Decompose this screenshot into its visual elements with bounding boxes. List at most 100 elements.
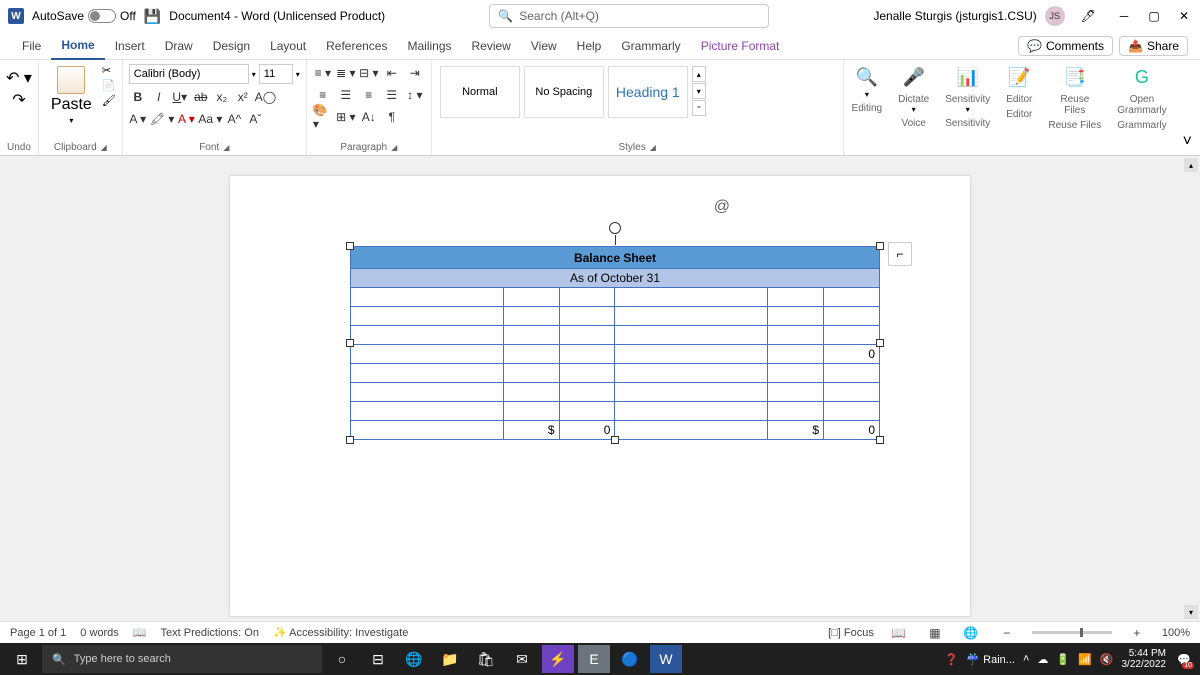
- show-marks-button[interactable]: ¶: [382, 108, 402, 126]
- line-spacing-button[interactable]: ↕ ▾: [405, 86, 425, 104]
- table-cell[interactable]: 0: [824, 421, 880, 440]
- battery-icon[interactable]: 🔋: [1056, 653, 1070, 666]
- multilevel-button[interactable]: ⊟ ▾: [359, 64, 379, 82]
- table-cell[interactable]: [503, 345, 559, 364]
- tab-file[interactable]: File: [12, 32, 51, 60]
- table-cell[interactable]: [503, 307, 559, 326]
- table-cell[interactable]: [559, 364, 615, 383]
- editor-icon[interactable]: 📝: [1006, 64, 1032, 90]
- table-cell[interactable]: [351, 421, 504, 440]
- close-button[interactable]: ✕: [1176, 8, 1192, 24]
- table-cell[interactable]: 0: [824, 345, 880, 364]
- clock[interactable]: 5:44 PM 3/22/2022: [1122, 648, 1167, 670]
- clipboard-launcher[interactable]: ◢: [101, 143, 107, 152]
- zoom-level[interactable]: 100%: [1162, 627, 1190, 639]
- chrome-icon[interactable]: 🔵: [614, 645, 646, 673]
- notifications-button[interactable]: 💬10: [1174, 649, 1194, 669]
- resize-handle-mr[interactable]: [876, 339, 884, 347]
- table-cell[interactable]: [351, 307, 504, 326]
- italic-button[interactable]: I: [150, 88, 168, 106]
- resize-handle-br[interactable]: [876, 436, 884, 444]
- accessibility-status[interactable]: ✨ Accessibility: Investigate: [273, 626, 408, 639]
- table-cell[interactable]: [824, 326, 880, 345]
- font-launcher[interactable]: ◢: [223, 143, 229, 152]
- print-layout-button[interactable]: ▦: [924, 624, 946, 642]
- zoom-out-button[interactable]: −: [996, 624, 1018, 642]
- table-cell[interactable]: [768, 288, 824, 307]
- app-icon[interactable]: ⚡: [542, 645, 574, 673]
- minimize-button[interactable]: ─: [1116, 8, 1132, 24]
- selected-table-object[interactable]: @ ⌐ Balance Sheet As of October 31 0 $: [350, 246, 880, 440]
- table-cell[interactable]: [351, 364, 504, 383]
- style-up-button[interactable]: ▴: [692, 66, 706, 82]
- table-cell[interactable]: [503, 383, 559, 402]
- zoom-in-button[interactable]: +: [1126, 624, 1148, 642]
- resize-handle-tr[interactable]: [876, 242, 884, 250]
- start-button[interactable]: ⊞: [6, 645, 38, 673]
- table-subtitle-cell[interactable]: As of October 31: [351, 269, 880, 288]
- text-effects-button[interactable]: A◯: [255, 88, 276, 106]
- table-cell[interactable]: [768, 345, 824, 364]
- word-taskbar-icon[interactable]: W: [650, 645, 682, 673]
- table-cell[interactable]: [503, 288, 559, 307]
- table-cell[interactable]: [615, 402, 768, 421]
- style-down-button[interactable]: ▾: [692, 83, 706, 99]
- explorer-icon[interactable]: 📁: [434, 645, 466, 673]
- table-cell[interactable]: [768, 364, 824, 383]
- bullets-button[interactable]: ≡ ▾: [313, 64, 333, 82]
- grammarly-icon[interactable]: G: [1129, 64, 1155, 90]
- table-cell[interactable]: [559, 288, 615, 307]
- increase-indent-button[interactable]: ⇥: [405, 64, 425, 82]
- table-cell[interactable]: [768, 383, 824, 402]
- rotate-handle[interactable]: [609, 222, 621, 234]
- resize-handle-bl[interactable]: [346, 436, 354, 444]
- font-name-select[interactable]: [129, 64, 249, 84]
- align-center-button[interactable]: ☰: [336, 86, 356, 104]
- borders-button[interactable]: ⊞ ▾: [336, 108, 356, 126]
- tab-review[interactable]: Review: [462, 32, 521, 60]
- sort-button[interactable]: A↓: [359, 108, 379, 126]
- user-section[interactable]: Jenalle Sturgis (jsturgis1.CSU) JS: [873, 6, 1064, 26]
- styles-gallery[interactable]: Normal No Spacing Heading 1 ▴ ▾ ⁼: [438, 64, 708, 120]
- highlight-button[interactable]: 🖍 ▾: [150, 110, 175, 128]
- cortana-icon[interactable]: ○: [326, 645, 358, 673]
- table-cell[interactable]: [824, 288, 880, 307]
- resize-handle-tl[interactable]: [346, 242, 354, 250]
- resize-handle-ml[interactable]: [346, 339, 354, 347]
- tab-grammarly[interactable]: Grammarly: [611, 32, 690, 60]
- taskbar-search[interactable]: 🔍 Type here to search: [42, 645, 322, 673]
- layout-options-button[interactable]: ⌐: [888, 242, 912, 266]
- table-cell[interactable]: [824, 307, 880, 326]
- table-cell[interactable]: [615, 326, 768, 345]
- paste-button[interactable]: Paste ▾: [45, 64, 98, 127]
- user-avatar[interactable]: JS: [1045, 6, 1065, 26]
- language-icon[interactable]: 📖: [133, 626, 147, 639]
- shading-button[interactable]: 🎨 ▾: [313, 108, 333, 126]
- reuse-files-icon[interactable]: 📑: [1062, 64, 1088, 90]
- text-predictions[interactable]: Text Predictions: On: [161, 627, 259, 639]
- table-cell[interactable]: [559, 383, 615, 402]
- tab-view[interactable]: View: [521, 32, 567, 60]
- tab-picture-format[interactable]: Picture Format: [691, 32, 790, 60]
- table-cell[interactable]: [615, 383, 768, 402]
- onedrive-icon[interactable]: ☁: [1037, 653, 1048, 666]
- style-more-button[interactable]: ⁼: [692, 100, 706, 116]
- font-size-select[interactable]: [259, 64, 293, 84]
- table-title-cell[interactable]: Balance Sheet: [351, 247, 880, 269]
- table-cell[interactable]: [503, 326, 559, 345]
- table-cell[interactable]: [824, 402, 880, 421]
- store-icon[interactable]: 🛍: [470, 645, 502, 673]
- tray-up-icon[interactable]: ˄: [1023, 653, 1029, 665]
- tab-layout[interactable]: Layout: [260, 32, 316, 60]
- weather-icon[interactable]: ☔ Rain...: [966, 653, 1015, 666]
- justify-button[interactable]: ☰: [382, 86, 402, 104]
- autosave-toggle[interactable]: AutoSave Off: [32, 9, 136, 23]
- tab-home[interactable]: Home: [51, 32, 104, 60]
- balance-sheet-table[interactable]: Balance Sheet As of October 31 0 $0$0: [350, 246, 880, 440]
- share-button[interactable]: 📤 Share: [1119, 36, 1188, 56]
- table-cell[interactable]: [503, 402, 559, 421]
- search-box[interactable]: 🔍 Search (Alt+Q): [489, 4, 769, 28]
- undo-button[interactable]: ↶ ▾: [6, 68, 32, 88]
- table-cell[interactable]: [559, 326, 615, 345]
- help-icon[interactable]: ❓: [945, 653, 959, 666]
